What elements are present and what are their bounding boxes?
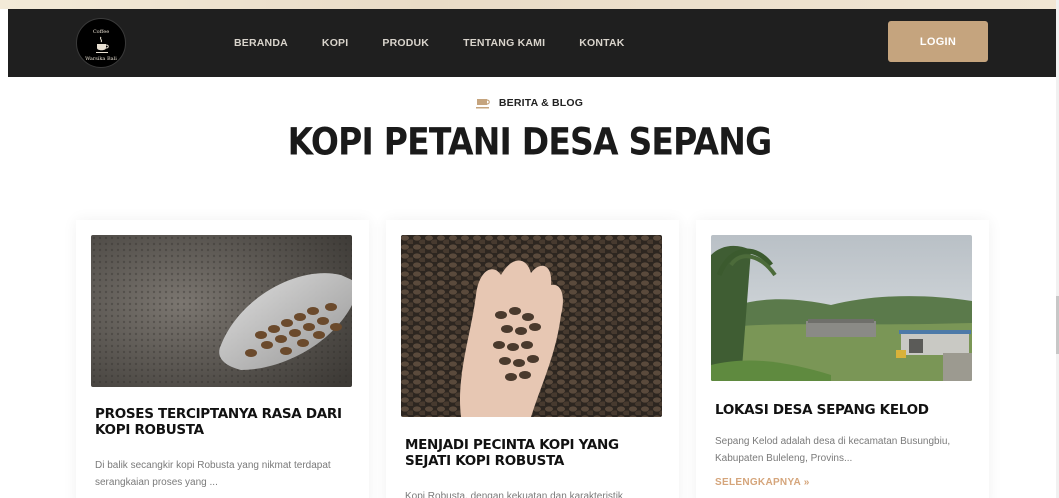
section-kicker: BERITA & BLOG (0, 97, 1059, 109)
nav-item-produk[interactable]: PRODUK (382, 37, 429, 49)
village-landscape-photo[interactable] (711, 235, 972, 381)
site-logo[interactable]: Coffee Warsika Bali (76, 18, 126, 68)
nav-item-kontak[interactable]: KONTAK (579, 37, 624, 49)
card-excerpt: Kopi Robusta, dengan kekuatan dan karakt… (405, 491, 623, 498)
read-more-link[interactable]: SELENGKAPNYA » (715, 477, 810, 488)
login-button[interactable]: LOGIN (888, 21, 988, 62)
card-title[interactable]: MENJADI PECINTA KOPI YANG SEJATI KOPI RO… (405, 437, 667, 469)
blog-card[interactable]: MENJADI PECINTA KOPI YANG SEJATI KOPI RO… (386, 220, 679, 498)
main-nav: BERANDA KOPI PRODUK TENTANG KAMI KONTAK (234, 9, 659, 77)
top-banner-strip (0, 0, 1059, 9)
card-excerpt: Di balik secangkir kopi Robusta yang nik… (95, 460, 331, 488)
coffee-cup-icon (475, 98, 490, 108)
card-title[interactable]: LOKASI DESA SEPANG KELOD (715, 402, 977, 418)
nav-item-tentang-kami[interactable]: TENTANG KAMI (463, 37, 545, 49)
section-title: KOPI PETANI DESA SEPANG (287, 120, 773, 164)
blog-card[interactable]: PROSES TERCIPTANYA RASA DARI KOPI ROBUST… (76, 220, 369, 498)
logo-text-top: Coffee (92, 29, 110, 35)
coffee-cup-icon (96, 36, 109, 53)
hand-holding-beans-photo[interactable] (401, 235, 662, 417)
logo-text-bottom: Warsika Bali (85, 56, 117, 62)
roasted-beans-scoop-photo[interactable] (91, 235, 352, 387)
navbar: Coffee Warsika Bali BERANDA KOPI PRODUK … (8, 9, 1057, 77)
blog-card[interactable]: LOKASI DESA SEPANG KELOD Sepang Kelod ad… (696, 220, 989, 498)
card-title[interactable]: PROSES TERCIPTANYA RASA DARI KOPI ROBUST… (95, 406, 357, 438)
page: Coffee Warsika Bali BERANDA KOPI PRODUK … (0, 0, 1059, 498)
card-excerpt: Sepang Kelod adalah desa di kecamatan Bu… (715, 436, 951, 464)
kicker-label: BERITA & BLOG (498, 97, 584, 109)
nav-item-beranda[interactable]: BERANDA (234, 37, 288, 49)
nav-item-kopi[interactable]: KOPI (322, 37, 348, 49)
